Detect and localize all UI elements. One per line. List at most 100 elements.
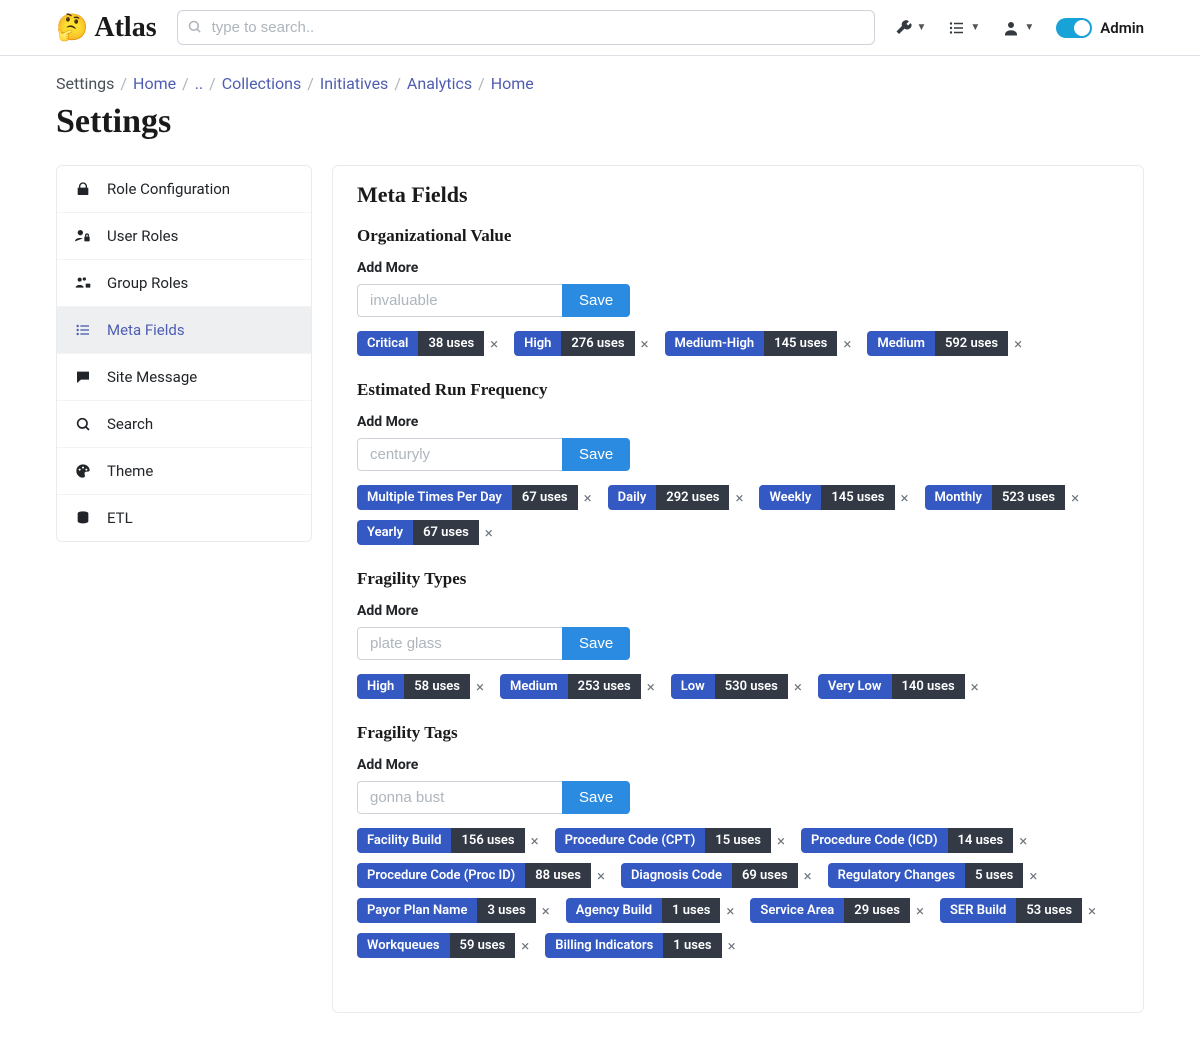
subsection-title: Organizational Value bbox=[357, 226, 1119, 246]
user-lock-icon bbox=[73, 228, 93, 244]
tag-count: 53 uses bbox=[1016, 898, 1082, 923]
add-more-input[interactable] bbox=[357, 627, 562, 660]
content-panel: Meta Fields Organizational ValueAdd More… bbox=[332, 165, 1144, 1013]
tag-remove-icon[interactable]: × bbox=[1008, 331, 1028, 356]
brand-logo-icon: 🤔 bbox=[56, 13, 88, 43]
tag-name: Yearly bbox=[357, 520, 413, 545]
tag-count: 69 uses bbox=[732, 863, 798, 888]
sidebar-item-label: Meta Fields bbox=[107, 321, 185, 339]
tag-remove-icon[interactable]: × bbox=[484, 331, 504, 356]
tag-count: 145 uses bbox=[821, 485, 894, 510]
lock-icon bbox=[73, 181, 93, 197]
tag-count: 59 uses bbox=[450, 933, 516, 958]
tag-name: Very Low bbox=[818, 674, 892, 699]
tag-name: Workqueues bbox=[357, 933, 450, 958]
breadcrumb-link[interactable]: Home bbox=[133, 74, 176, 93]
brand[interactable]: 🤔 Atlas bbox=[56, 12, 157, 44]
admin-label: Admin bbox=[1100, 19, 1144, 37]
tag-remove-icon[interactable]: × bbox=[470, 674, 490, 699]
tag-count: 29 uses bbox=[844, 898, 910, 923]
add-more-row: Save bbox=[357, 781, 1119, 814]
sidebar-item-theme[interactable]: Theme bbox=[57, 448, 311, 495]
sidebar-item-label: Role Configuration bbox=[107, 180, 230, 198]
breadcrumb-link[interactable]: Analytics bbox=[407, 74, 472, 93]
tag-remove-icon[interactable]: × bbox=[720, 898, 740, 923]
tag-remove-icon[interactable]: × bbox=[1065, 485, 1085, 510]
sidebar-item-user-roles[interactable]: User Roles bbox=[57, 213, 311, 260]
breadcrumb-link[interactable]: Initiatives bbox=[320, 74, 388, 93]
tag-name: Procedure Code (ICD) bbox=[801, 828, 948, 853]
global-search-input[interactable] bbox=[177, 10, 875, 45]
add-more-input[interactable] bbox=[357, 438, 562, 471]
tag-name: Regulatory Changes bbox=[828, 863, 965, 888]
add-more-row: Save bbox=[357, 438, 1119, 471]
tag-remove-icon[interactable]: × bbox=[910, 898, 930, 923]
subsection-title: Estimated Run Frequency bbox=[357, 380, 1119, 400]
add-more-label: Add More bbox=[357, 260, 1119, 276]
palette-icon bbox=[73, 463, 93, 479]
tag-remove-icon[interactable]: × bbox=[515, 933, 535, 958]
save-button[interactable]: Save bbox=[562, 438, 630, 471]
navbar: 🤔 Atlas ▼ ▼ ▼ Admin bbox=[0, 0, 1200, 56]
add-more-input[interactable] bbox=[357, 781, 562, 814]
tag-count: 67 uses bbox=[413, 520, 479, 545]
sidebar-item-search[interactable]: Search bbox=[57, 401, 311, 448]
tag-remove-icon[interactable]: × bbox=[1013, 828, 1033, 853]
page-title: Settings bbox=[56, 103, 1144, 141]
tag-remove-icon[interactable]: × bbox=[525, 828, 545, 853]
sidebar-item-etl[interactable]: ETL bbox=[57, 495, 311, 541]
sidebar-item-site-message[interactable]: Site Message bbox=[57, 354, 311, 401]
breadcrumb-link[interactable]: .. bbox=[195, 74, 203, 93]
add-more-input[interactable] bbox=[357, 284, 562, 317]
tag: Weekly145 uses× bbox=[759, 485, 914, 510]
admin-toggle[interactable] bbox=[1056, 18, 1092, 38]
tag-remove-icon[interactable]: × bbox=[479, 520, 499, 545]
sidebar-item-meta-fields[interactable]: Meta Fields bbox=[57, 307, 311, 354]
list-menu[interactable]: ▼ bbox=[948, 19, 980, 37]
save-button[interactable]: Save bbox=[562, 627, 630, 660]
sidebar-item-label: Group Roles bbox=[107, 274, 188, 292]
tag-remove-icon[interactable]: × bbox=[798, 863, 818, 888]
tag-remove-icon[interactable]: × bbox=[722, 933, 742, 958]
save-button[interactable]: Save bbox=[562, 781, 630, 814]
tag-remove-icon[interactable]: × bbox=[1023, 863, 1043, 888]
tag-remove-icon[interactable]: × bbox=[578, 485, 598, 510]
tag-count: 592 uses bbox=[935, 331, 1008, 356]
tag-remove-icon[interactable]: × bbox=[895, 485, 915, 510]
add-more-label: Add More bbox=[357, 603, 1119, 619]
sidebar-item-group-roles[interactable]: Group Roles bbox=[57, 260, 311, 307]
tag-remove-icon[interactable]: × bbox=[837, 331, 857, 356]
tag-count: 14 uses bbox=[948, 828, 1014, 853]
search-icon bbox=[187, 19, 202, 38]
tag: Procedure Code (ICD)14 uses× bbox=[801, 828, 1033, 853]
tag-remove-icon[interactable]: × bbox=[641, 674, 661, 699]
user-menu[interactable]: ▼ bbox=[1002, 19, 1034, 37]
tag: Medium592 uses× bbox=[867, 331, 1028, 356]
tag-remove-icon[interactable]: × bbox=[788, 674, 808, 699]
tag-remove-icon[interactable]: × bbox=[536, 898, 556, 923]
save-button[interactable]: Save bbox=[562, 284, 630, 317]
tag: Daily292 uses× bbox=[608, 485, 750, 510]
tag: Low530 uses× bbox=[671, 674, 808, 699]
tag-count: 15 uses bbox=[705, 828, 771, 853]
caret-down-icon: ▼ bbox=[970, 22, 980, 33]
tag-remove-icon[interactable]: × bbox=[771, 828, 791, 853]
tag-count: 1 uses bbox=[662, 898, 720, 923]
breadcrumb-link[interactable]: Collections bbox=[222, 74, 302, 93]
tools-menu[interactable]: ▼ bbox=[895, 19, 927, 37]
tag: Regulatory Changes5 uses× bbox=[828, 863, 1044, 888]
tag-list: Critical38 uses×High276 uses×Medium-High… bbox=[357, 331, 1119, 356]
tag-remove-icon[interactable]: × bbox=[1082, 898, 1102, 923]
tag-remove-icon[interactable]: × bbox=[965, 674, 985, 699]
subsection-title: Fragility Tags bbox=[357, 723, 1119, 743]
tag-name: Medium bbox=[500, 674, 568, 699]
tag-count: 292 uses bbox=[656, 485, 729, 510]
sidebar-item-role-configuration[interactable]: Role Configuration bbox=[57, 166, 311, 213]
breadcrumb-link[interactable]: Home bbox=[491, 74, 534, 93]
caret-down-icon: ▼ bbox=[1024, 22, 1034, 33]
meta-section: Fragility TagsAdd MoreSaveFacility Build… bbox=[357, 723, 1119, 958]
tag-remove-icon[interactable]: × bbox=[591, 863, 611, 888]
tag-remove-icon[interactable]: × bbox=[635, 331, 655, 356]
caret-down-icon: ▼ bbox=[917, 22, 927, 33]
tag-remove-icon[interactable]: × bbox=[729, 485, 749, 510]
